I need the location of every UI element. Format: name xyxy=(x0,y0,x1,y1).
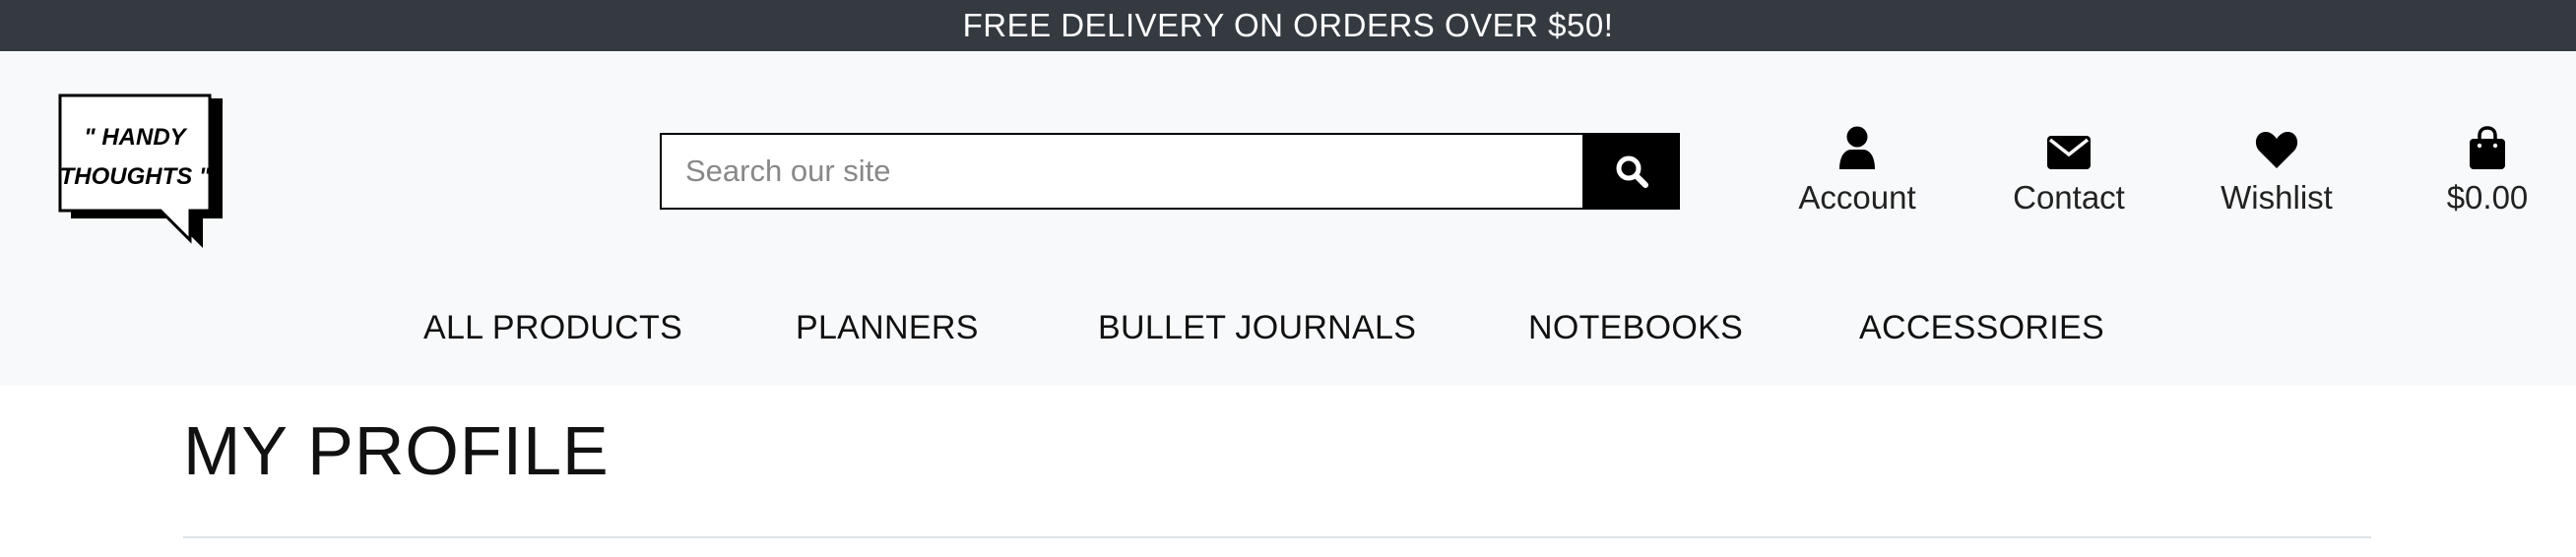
search-form xyxy=(660,133,1680,210)
site-header: " HANDY THOUGHTS " Account Co xyxy=(0,51,2576,386)
speech-bubble-logo-icon: " HANDY THOUGHTS " xyxy=(58,93,223,248)
user-icon xyxy=(1837,122,1877,169)
contact-label: Contact xyxy=(2013,179,2125,216)
nav-item-notebooks[interactable]: NOTEBOOKS xyxy=(1528,309,1743,347)
wishlist-label: Wishlist xyxy=(2221,179,2333,216)
cart-link[interactable]: $0.00 xyxy=(2418,122,2556,217)
shopping-bag-icon xyxy=(2469,122,2506,169)
cart-total-label: $0.00 xyxy=(2446,179,2529,216)
logo-text-line1: " HANDY xyxy=(84,124,187,151)
promo-banner-text: FREE DELIVERY ON ORDERS OVER $50! xyxy=(962,7,1614,43)
search-icon xyxy=(1616,155,1648,188)
account-label: Account xyxy=(1798,179,1916,216)
page-title: MY PROFILE xyxy=(183,412,610,489)
site-logo[interactable]: " HANDY THOUGHTS " xyxy=(57,93,226,250)
account-link[interactable]: Account xyxy=(1790,122,1924,217)
nav-item-bullet-journals[interactable]: BULLET JOURNALS xyxy=(1098,309,1416,347)
nav-item-planners[interactable]: PLANNERS xyxy=(796,309,979,347)
main-nav: ALL PRODUCTS PLANNERS BULLET JOURNALS NO… xyxy=(0,309,2576,368)
contact-link[interactable]: Contact xyxy=(2007,122,2131,217)
wishlist-link[interactable]: Wishlist xyxy=(2216,122,2338,217)
title-divider xyxy=(183,536,2371,538)
promo-banner: FREE DELIVERY ON ORDERS OVER $50! xyxy=(0,0,2576,51)
envelope-icon xyxy=(2047,122,2091,169)
logo-text-line2: THOUGHTS " xyxy=(60,163,211,190)
search-button[interactable] xyxy=(1582,133,1680,210)
search-input[interactable] xyxy=(660,133,1582,210)
heart-icon xyxy=(2255,122,2298,169)
nav-item-accessories[interactable]: ACCESSORIES xyxy=(1859,309,2104,347)
nav-item-all-products[interactable]: ALL PRODUCTS xyxy=(423,309,682,347)
